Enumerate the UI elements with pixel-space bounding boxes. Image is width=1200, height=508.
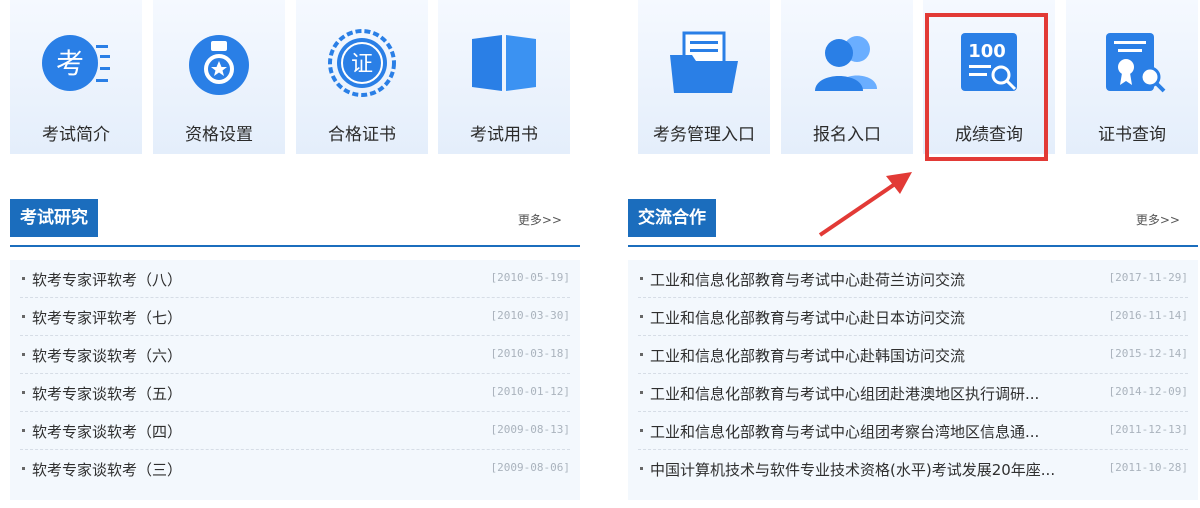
book-icon <box>472 35 536 91</box>
item-date: [2010-01-12] <box>490 385 570 398</box>
list-item[interactable]: 工业和信息化部教育与考试中心组团赴港澳地区执行调研... [2014-12-09] <box>638 374 1188 412</box>
list-item[interactable]: 软考专家评软考（八） [2010-05-19] <box>20 260 570 298</box>
item-title[interactable]: 工业和信息化部教育与考试中心赴日本访问交流 <box>650 307 965 328</box>
item-date: [2010-03-30] <box>490 309 570 322</box>
svg-text:证: 证 <box>351 52 373 77</box>
list-item[interactable]: 软考专家谈软考（五） [2010-01-12] <box>20 374 570 412</box>
list-item[interactable]: 软考专家谈软考（六） [2010-03-18] <box>20 336 570 374</box>
score-search-icon: 100 <box>961 33 1017 91</box>
bullet <box>22 315 25 318</box>
list-item[interactable]: 软考专家评软考（七） [2010-03-30] <box>20 298 570 336</box>
item-title[interactable]: 软考专家评软考（八） <box>32 269 182 290</box>
bullet <box>22 391 25 394</box>
bullet <box>22 429 25 432</box>
tile-certificate[interactable]: 证 合格证书 <box>296 0 428 154</box>
exam-intro-icon: 考 <box>42 35 110 91</box>
item-title[interactable]: 软考专家谈软考（三） <box>32 459 182 480</box>
item-date: [2010-03-18] <box>490 347 570 360</box>
bullet <box>22 353 25 356</box>
bullet <box>22 277 25 280</box>
item-date: [2011-12-13] <box>1108 423 1188 436</box>
item-date: [2015-12-14] <box>1108 347 1188 360</box>
item-title[interactable]: 工业和信息化部教育与考试中心组团考察台湾地区信息通... <box>650 421 1039 442</box>
bullet <box>640 391 643 394</box>
list-item[interactable]: 工业和信息化部教育与考试中心赴荷兰访问交流 [2017-11-29] <box>638 260 1188 298</box>
medal-icon <box>189 35 249 95</box>
item-date: [2009-08-06] <box>490 461 570 474</box>
news-list: 软考专家评软考（八） [2010-05-19] 软考专家评软考（七） [2010-0… <box>10 260 580 500</box>
tile-label: 证书查询 <box>1098 125 1166 145</box>
tile-exam-management[interactable]: 考务管理入口 <box>638 0 770 154</box>
item-date: [2011-10-28] <box>1108 461 1188 474</box>
more-link[interactable]: 更多>> <box>1136 211 1180 228</box>
panel-header: 考试研究 更多>> <box>10 199 580 247</box>
tile-qualification[interactable]: 资格设置 <box>153 0 285 154</box>
list-item[interactable]: 软考专家谈软考（四） [2009-08-13] <box>20 412 570 450</box>
panel-header: 交流合作 更多>> <box>628 199 1198 247</box>
certificate-search-icon <box>1106 33 1166 93</box>
bullet <box>640 277 643 280</box>
bullet <box>640 429 643 432</box>
bullet <box>640 353 643 356</box>
svg-text:考: 考 <box>56 47 84 80</box>
item-date: [2014-12-09] <box>1108 385 1188 398</box>
item-title[interactable]: 软考专家谈软考（四） <box>32 421 182 442</box>
folder-icon <box>670 31 738 93</box>
bullet <box>22 467 25 470</box>
tile-certificate-query[interactable]: 证书查询 <box>1066 0 1198 154</box>
item-date: [2016-11-14] <box>1108 309 1188 322</box>
item-title[interactable]: 软考专家评软考（七） <box>32 307 182 328</box>
list-item[interactable]: 工业和信息化部教育与考试中心赴日本访问交流 [2016-11-14] <box>638 298 1188 336</box>
more-link[interactable]: 更多>> <box>518 211 562 228</box>
item-title[interactable]: 软考专家谈软考（五） <box>32 383 182 404</box>
tile-exam-intro[interactable]: 考 考试简介 <box>10 0 142 154</box>
list-item[interactable]: 软考专家谈软考（三） [2009-08-06] <box>20 450 570 487</box>
list-item[interactable]: 工业和信息化部教育与考试中心赴韩国访问交流 [2015-12-14] <box>638 336 1188 374</box>
tile-label: 成绩查询 <box>955 125 1023 145</box>
tile-label: 合格证书 <box>328 125 396 145</box>
list-item[interactable]: 中国计算机技术与软件专业技术资格(水平)考试发展20年座... [2011-10-… <box>638 450 1188 487</box>
item-date: [2017-11-29] <box>1108 271 1188 284</box>
panel-title: 考试研究 <box>10 199 98 237</box>
tile-label: 考试用书 <box>470 125 538 145</box>
research-panel: 考试研究 更多>> 软考专家评软考（八） [2010-05-19] 软考专家评软考… <box>10 199 580 500</box>
item-title[interactable]: 工业和信息化部教育与考试中心赴韩国访问交流 <box>650 345 965 366</box>
item-title[interactable]: 工业和信息化部教育与考试中心赴荷兰访问交流 <box>650 269 965 290</box>
tile-score-query[interactable]: 100 成绩查询 <box>923 0 1055 154</box>
tile-label: 考务管理入口 <box>653 125 755 145</box>
panel-title: 交流合作 <box>628 199 716 237</box>
bullet <box>640 467 643 470</box>
item-date: [2009-08-13] <box>490 423 570 436</box>
tile-label: 考试简介 <box>42 125 110 145</box>
list-item[interactable]: 工业和信息化部教育与考试中心组团考察台湾地区信息通... [2011-12-13] <box>638 412 1188 450</box>
tile-label: 资格设置 <box>185 125 253 145</box>
tile-label: 报名入口 <box>813 125 881 145</box>
item-title[interactable]: 中国计算机技术与软件专业技术资格(水平)考试发展20年座... <box>650 459 1055 480</box>
bullet <box>640 315 643 318</box>
item-title[interactable]: 软考专家谈软考（六） <box>32 345 182 366</box>
tile-exam-books[interactable]: 考试用书 <box>438 0 570 154</box>
item-title[interactable]: 工业和信息化部教育与考试中心组团赴港澳地区执行调研... <box>650 383 1039 404</box>
certificate-seal-icon: 证 <box>328 29 396 97</box>
news-list: 工业和信息化部教育与考试中心赴荷兰访问交流 [2017-11-29] 工业和信息化… <box>628 260 1198 500</box>
tile-registration[interactable]: 报名入口 <box>781 0 913 154</box>
item-date: [2010-05-19] <box>490 271 570 284</box>
cooperation-panel: 交流合作 更多>> 工业和信息化部教育与考试中心赴荷兰访问交流 [2017-11-… <box>628 199 1198 500</box>
svg-text:100: 100 <box>968 41 1006 62</box>
users-icon <box>815 36 877 91</box>
